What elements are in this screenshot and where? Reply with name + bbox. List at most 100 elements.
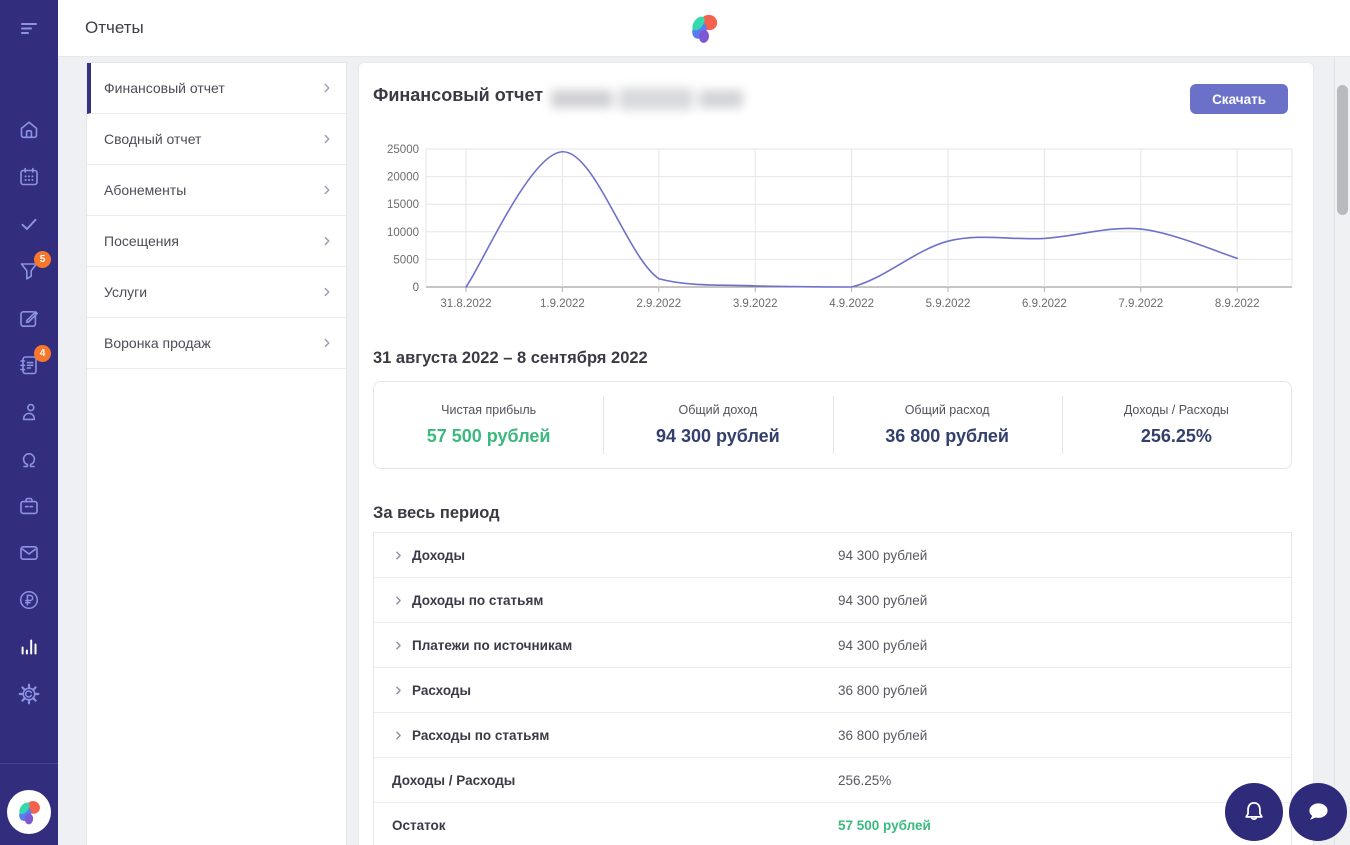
hamburger-icon (21, 23, 37, 34)
row-label: Доходы / Расходы (392, 772, 516, 788)
menu-item-label: Сводный отчет (104, 131, 202, 147)
stat-value: 256.25% (1140, 426, 1212, 446)
briefcase-icon (20, 497, 38, 515)
menu-item-memberships[interactable]: Абонементы (87, 165, 346, 216)
table-row-incomes[interactable]: Доходы 94 300 рублей (374, 533, 1291, 578)
row-value: 256.25% (838, 772, 892, 788)
scrollbar-thumb[interactable] (1337, 85, 1348, 215)
chat-button[interactable] (1289, 783, 1347, 841)
calendar-icon (20, 167, 38, 186)
download-button[interactable]: Скачать (1190, 84, 1288, 114)
app-window: 5 4 Отчеты Финансовый отчет Сводный отче… (0, 0, 1350, 845)
compose-icon (20, 311, 38, 327)
svg-text:2.9.2022: 2.9.2022 (636, 298, 681, 310)
sidebar-nav: 5 4 (0, 118, 58, 706)
menu-item-summary-report[interactable]: Сводный отчет (87, 114, 346, 165)
row-label: Доходы по статьям (412, 592, 544, 608)
app-logo-icon (19, 801, 40, 825)
stat-net-profit: Чистая прибыль 57 500 рублей (374, 382, 603, 468)
sidebar-item-mail[interactable] (17, 541, 41, 565)
sidebar-item-calendar[interactable] (17, 165, 41, 189)
checkmark-icon (21, 218, 37, 230)
svg-text:5000: 5000 (393, 254, 419, 266)
sidebar-item-funnel[interactable]: 5 (17, 251, 51, 283)
table-row-incomes-by-items[interactable]: Доходы по статьям 94 300 рублей (374, 578, 1291, 623)
app-logo-button[interactable] (7, 790, 51, 834)
table-row-income-expense-ratio: Доходы / Расходы 256.25% (374, 758, 1291, 803)
sidebar-item-settings[interactable] (17, 682, 41, 706)
sidebar-item-journal[interactable]: 4 (17, 345, 51, 377)
stat-label: Доходы / Расходы (1123, 403, 1229, 417)
report-table: Доходы 94 300 рублей Доходы по статьям 9… (373, 532, 1292, 845)
sidebar-item-tasks[interactable] (17, 212, 41, 236)
sidebar-item-staff[interactable] (17, 447, 41, 471)
row-value: 36 800 рублей (838, 727, 928, 743)
menu-item-financial-report[interactable]: Финансовый отчет (87, 63, 346, 114)
sidebar-item-compose[interactable] (17, 306, 41, 330)
stat-value: 57 500 рублей (426, 426, 551, 446)
table-row-payments-by-source[interactable]: Платежи по источникам 94 300 рублей (374, 623, 1291, 668)
bell-icon (1245, 802, 1263, 820)
notification-badge: 4 (34, 345, 51, 362)
period-title: 31 августа 2022 – 8 сентября 2022 (373, 349, 648, 367)
stat-label: Чистая прибыль (441, 403, 537, 417)
menu-item-label: Услуги (104, 284, 148, 300)
revenue-line-chart: 0 5000 10000 15000 20000 25000 31.8.2022 1.9.20… (373, 141, 1301, 313)
menu-item-services[interactable]: Услуги (87, 267, 346, 318)
sidebar-item-briefcase[interactable] (17, 494, 41, 518)
gear-icon (18, 683, 40, 705)
row-label: Доходы (412, 547, 466, 563)
sidebar-item-home[interactable] (17, 118, 41, 142)
sidebar-item-clients[interactable] (17, 400, 41, 424)
sidebar-item-payments[interactable] (17, 588, 41, 612)
menu-item-sales-funnel[interactable]: Воронка продаж (87, 318, 346, 369)
chevron-right-icon (320, 285, 334, 299)
svg-text:10000: 10000 (387, 227, 419, 239)
row-value: 94 300 рублей (838, 547, 928, 563)
svg-text:1.9.2022: 1.9.2022 (540, 298, 585, 310)
menu-item-label: Абонементы (104, 182, 187, 198)
menu-item-visits[interactable]: Посещения (87, 216, 346, 267)
menu-item-label: Воронка продаж (104, 335, 211, 351)
content-area: Финансовый отчет Сводный отчет Абонемент… (58, 57, 1350, 845)
app-logo-icon (692, 14, 718, 43)
home-icon (20, 121, 38, 139)
row-value: 94 300 рублей (838, 592, 928, 608)
chevron-right-icon (320, 234, 334, 248)
sidebar-item-reports[interactable] (17, 635, 41, 659)
table-row-expenses-by-items[interactable]: Расходы по статьям 36 800 рублей (374, 713, 1291, 758)
row-label: Расходы (412, 682, 472, 698)
mail-icon (20, 546, 38, 560)
chevron-right-icon (392, 729, 405, 742)
sidebar-divider (0, 763, 58, 764)
svg-text:20000: 20000 (387, 172, 419, 184)
chevron-right-icon (320, 132, 334, 146)
svg-text:6.9.2022: 6.9.2022 (1022, 298, 1067, 310)
svg-text:8.9.2022: 8.9.2022 (1215, 298, 1260, 310)
chevron-right-icon (320, 336, 334, 350)
chevron-right-icon (320, 81, 334, 95)
reports-menu: Финансовый отчет Сводный отчет Абонемент… (86, 62, 347, 845)
svg-text:7.9.2022: 7.9.2022 (1118, 298, 1163, 310)
row-value: 94 300 рублей (838, 637, 928, 653)
chevron-right-icon (392, 639, 405, 652)
stat-value: 36 800 рублей (885, 426, 1010, 446)
table-row-expenses[interactable]: Расходы 36 800 рублей (374, 668, 1291, 713)
svg-text:0: 0 (413, 282, 419, 294)
svg-text:3.9.2022: 3.9.2022 (733, 298, 778, 310)
vertical-scrollbar (1334, 57, 1350, 845)
row-label: Расходы по статьям (412, 727, 550, 743)
stat-value: 94 300 рублей (655, 426, 780, 446)
stat-income-expense-ratio: Доходы / Расходы 256.25% (1061, 382, 1291, 468)
brand-logo (686, 10, 722, 46)
menu-item-label: Финансовый отчет (104, 80, 225, 96)
stat-total-expense: Общий расход 36 800 рублей (832, 382, 1062, 468)
report-card: Финансовый отчет Скачать 0 5000 10000 15000… (358, 62, 1314, 845)
stat-label: Общий расход (904, 403, 990, 417)
menu-toggle-button[interactable] (17, 16, 41, 40)
notifications-button[interactable] (1225, 783, 1283, 841)
ruble-icon (19, 590, 39, 610)
svg-text:15000: 15000 (387, 199, 419, 211)
table-row-balance: Остаток 57 500 рублей (374, 803, 1291, 845)
icon-sidebar: 5 4 (0, 0, 58, 845)
